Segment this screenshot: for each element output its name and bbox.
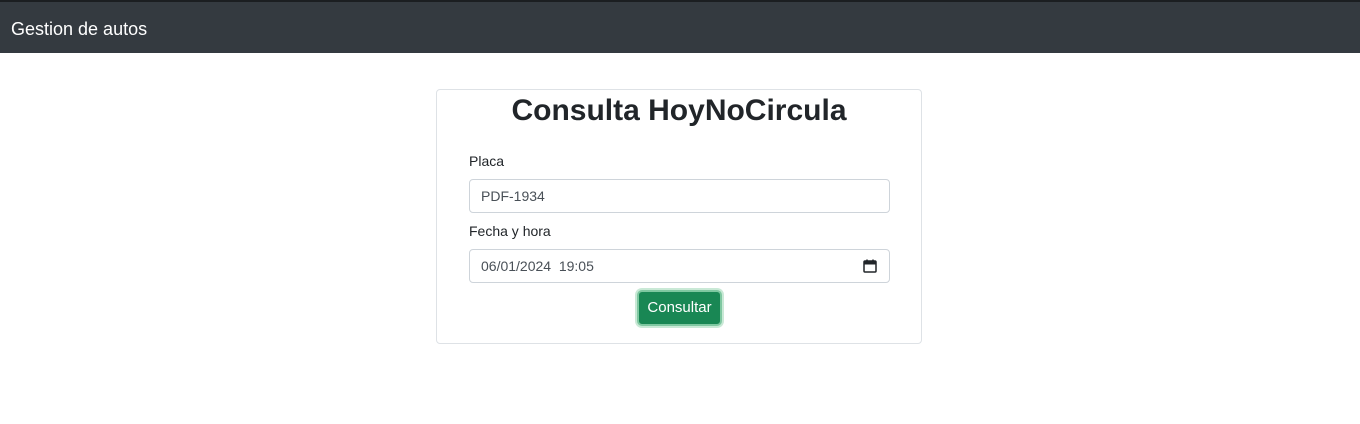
datetime-label: Fecha y hora bbox=[469, 223, 551, 239]
calendar-icon[interactable] bbox=[863, 259, 877, 273]
query-card: Consulta HoyNoCircula Placa PDF-1934 Fec… bbox=[436, 89, 922, 344]
datetime-input[interactable]: 06/01/2024 19:05 bbox=[469, 249, 890, 283]
consultar-button[interactable]: Consultar bbox=[637, 290, 722, 326]
page-title: Consulta HoyNoCircula bbox=[511, 94, 847, 127]
plate-input-value: PDF-1934 bbox=[481, 188, 545, 204]
top-navbar: Gestion de autos bbox=[0, 0, 1360, 53]
plate-label: Placa bbox=[469, 153, 505, 169]
navbar-brand[interactable]: Gestion de autos bbox=[11, 18, 147, 40]
datetime-input-value: 06/01/2024 19:05 bbox=[481, 258, 594, 274]
plate-input[interactable]: PDF-1934 bbox=[469, 179, 890, 213]
